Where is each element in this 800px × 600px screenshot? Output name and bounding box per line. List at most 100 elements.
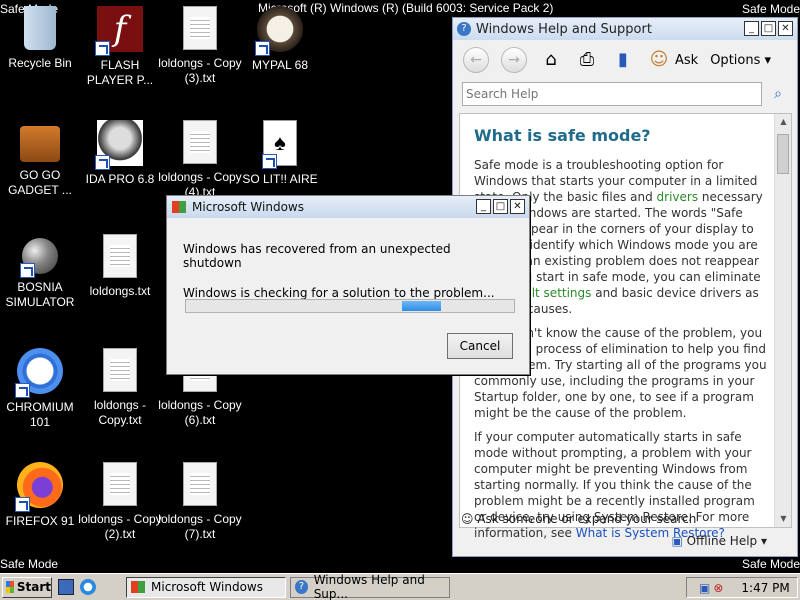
desktop-icon-loldongs-copy[interactable]: loldongs - Copy.txt <box>78 348 162 428</box>
ask-someone-link[interactable]: ☺ Ask someone or expand your search <box>461 512 696 526</box>
drivers-link[interactable]: drivers <box>657 190 699 204</box>
desktop-icon-label: loldongs - Copy (7).txt <box>158 512 242 541</box>
task-windows-help[interactable]: ? Windows Help and Sup... <box>290 573 450 600</box>
desktop-icon-label: loldongs.txt <box>89 284 151 298</box>
browse-help-icon[interactable]: ▮ <box>611 48 635 72</box>
options-menu[interactable]: Options ▾ <box>710 53 771 68</box>
vertical-scrollbar[interactable]: ▲ ▼ <box>774 114 791 527</box>
desktop-icon-loldongs[interactable]: loldongs.txt <box>78 234 162 299</box>
chevron-down-icon: ▾ <box>757 534 767 548</box>
offline-help-label: Offline Help <box>686 534 758 548</box>
scroll-down-icon[interactable]: ▼ <box>775 511 792 527</box>
desktop-icon-label: Recycle Bin <box>8 56 72 70</box>
clock[interactable]: 1:47 PM <box>741 581 789 595</box>
internet-explorer-icon[interactable] <box>80 579 96 595</box>
cancel-button[interactable]: Cancel <box>447 333 513 359</box>
show-desktop-icon[interactable] <box>58 579 74 595</box>
back-icon[interactable]: ← <box>463 47 489 73</box>
desktop-icon-label: MYPAL 68 <box>251 58 309 72</box>
safe-mode-label-top-right: Safe Mode <box>741 2 800 16</box>
solitaire-icon: ♠ <box>262 120 297 169</box>
desktop-icon-recycle-bin[interactable]: Recycle Bin <box>0 6 82 71</box>
desktop-icon-label: loldongs - Copy (6).txt <box>158 398 242 427</box>
desktop-icon-label: CHROMIUM 101 <box>6 400 74 429</box>
task-label: Microsoft Windows <box>151 580 263 594</box>
scroll-up-icon[interactable]: ▲ <box>775 114 792 130</box>
desktop-icon-loldongs-copy-7[interactable]: loldongs - Copy (7).txt <box>158 462 242 542</box>
dialog-message-1: Windows has recovered from an unexpected… <box>183 242 451 270</box>
safe-mode-label-bottom-left: Safe Mode <box>0 557 59 571</box>
chevron-down-icon: ▾ <box>764 52 772 68</box>
desktop-icon-label: IDA PRO 6.8 <box>85 172 155 186</box>
task-label: Windows Help and Sup... <box>313 573 425 600</box>
offline-help-menu[interactable]: ▣ Offline Help ▾ <box>671 534 767 548</box>
dialog-maximize-button[interactable]: □ <box>493 199 508 214</box>
taskbar: Start Microsoft Windows ? Windows Help a… <box>0 573 800 600</box>
ida-pro-icon <box>95 120 143 170</box>
desktop-icon-loldongs-copy-2[interactable]: loldongs - Copy (2).txt <box>78 462 162 542</box>
desktop-icon-label: loldongs - Copy (2).txt <box>78 512 162 541</box>
desktop-icon-label: loldongs - Copy (3).txt <box>158 56 242 85</box>
windows-logo-icon <box>131 581 145 593</box>
ask-button[interactable]: ☺ Ask <box>647 48 699 72</box>
desktop-icon-mypal[interactable]: MYPAL 68 <box>238 6 322 73</box>
desktop-icon-loldongs-copy-4[interactable]: loldongs - Copy (4).txt <box>158 120 242 200</box>
safe-mode-label-bottom-right: Safe Mode <box>741 557 800 571</box>
text-file-icon <box>103 462 137 506</box>
desktop-icon-label: GO GO GADGET ... <box>8 168 72 197</box>
forward-icon[interactable]: → <box>501 47 527 73</box>
desktop-icon-solitaire[interactable]: ♠ SO LIT!! AIRE <box>238 120 322 187</box>
close-button[interactable]: ✕ <box>778 21 793 36</box>
desktop-icon-label: FLASH PLAYER P... <box>86 58 154 87</box>
briefcase-icon <box>20 126 60 162</box>
windows-logo-icon <box>172 201 186 213</box>
home-icon[interactable]: ⌂ <box>539 48 563 72</box>
chromium-icon <box>15 348 63 398</box>
volume-muted-icon[interactable]: ⊗ <box>713 581 723 595</box>
text-file-icon <box>103 234 137 278</box>
minimize-button[interactable]: _ <box>744 21 759 36</box>
dialog-title: Microsoft Windows <box>192 200 304 214</box>
help-window-title: Windows Help and Support <box>476 21 652 37</box>
help-toolbar: ← → ⌂ ⎙ ▮ ☺ Ask Options ▾ <box>453 40 797 80</box>
desktop-icon-label: SO LIT!! AIRE <box>242 172 318 186</box>
help-search-row: ⌕ <box>462 82 792 106</box>
desktop-icon-bosnia-simulator[interactable]: BOSNIA SIMULATOR <box>0 234 82 310</box>
print-icon[interactable]: ⎙ <box>575 48 599 72</box>
desktop-icon-chromium[interactable]: CHROMIUM 101 <box>0 348 82 430</box>
desktop-icon-ida-pro[interactable]: IDA PRO 6.8 <box>78 120 162 187</box>
text-file-icon <box>183 6 217 50</box>
dialog-close-button[interactable]: ✕ <box>510 199 525 214</box>
text-file-icon <box>183 462 217 506</box>
ask-icon: ☺ <box>649 49 669 70</box>
desktop-icon-label: loldongs - Copy.txt <box>93 398 147 427</box>
options-label: Options <box>710 52 761 68</box>
progress-fill <box>402 301 441 311</box>
dialog-message-2: Windows is checking for a solution to th… <box>183 286 495 300</box>
desktop-icon-label: FIREFOX 91 <box>5 514 75 528</box>
task-microsoft-windows[interactable]: Microsoft Windows <box>126 576 286 598</box>
recovery-dialog: Microsoft Windows _ □ ✕ Windows has reco… <box>166 195 530 375</box>
help-icon: ? <box>295 580 308 594</box>
start-button[interactable]: Start <box>2 576 52 598</box>
search-input[interactable] <box>462 82 762 106</box>
desktop-icon-firefox[interactable]: FIREFOX 91 <box>0 462 82 529</box>
text-file-icon <box>183 120 217 164</box>
dialog-title-bar[interactable]: Microsoft Windows _ □ ✕ <box>167 196 529 218</box>
network-icon[interactable]: ▣ <box>699 581 710 595</box>
windows-flag-icon <box>6 581 14 593</box>
firefox-icon <box>15 462 63 512</box>
people-icon: ☺ <box>461 512 478 526</box>
desktop-icon-flash-player[interactable]: f FLASH PLAYER P... <box>78 6 162 88</box>
desktop-icon-go-go-gadget[interactable]: GO GO GADGET ... <box>0 120 82 198</box>
dialog-minimize-button[interactable]: _ <box>476 199 491 214</box>
ask-someone-label: Ask someone or expand your search <box>477 512 697 526</box>
desktop-icon-loldongs-copy-3[interactable]: loldongs - Copy (3).txt <box>158 6 242 86</box>
help-title-bar[interactable]: ? Windows Help and Support _ □ ✕ <box>453 18 797 40</box>
scroll-thumb[interactable] <box>777 134 789 174</box>
search-icon[interactable]: ⌕ <box>766 82 790 106</box>
start-label: Start <box>16 580 51 594</box>
maximize-button[interactable]: □ <box>761 21 776 36</box>
ask-label: Ask <box>675 52 699 68</box>
dialog-body: Windows has recovered from an unexpected… <box>167 218 529 300</box>
